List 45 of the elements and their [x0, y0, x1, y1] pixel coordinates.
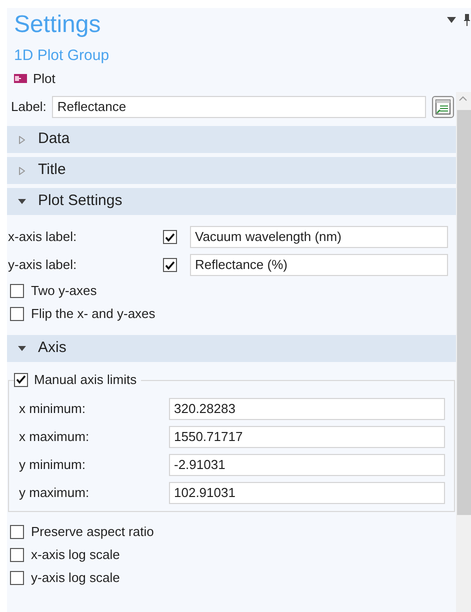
field-label: x-axis label: — [8, 228, 78, 246]
label-icon-button[interactable] — [432, 96, 454, 118]
section-header[interactable]: Plot Settings — [7, 188, 456, 215]
section-header[interactable]: Axis — [7, 335, 456, 362]
field-label: y-axis label: — [8, 256, 78, 274]
input-field[interactable]: Reflectance — [52, 96, 426, 118]
plot-node-label: Plot — [33, 70, 56, 88]
checkbox[interactable] — [10, 524, 24, 538]
scrollbar[interactable] — [456, 92, 471, 612]
checkbox[interactable] — [14, 372, 28, 387]
checkbox-label[interactable]: y-axis log scale — [31, 568, 120, 588]
group-label[interactable]: Manual axis limits — [34, 370, 137, 390]
plot-node-icon — [14, 74, 27, 84]
input-field[interactable]: 1550.71717 — [169, 426, 445, 448]
checkbox-label[interactable]: Preserve aspect ratio — [31, 522, 154, 542]
field-label: Label: — [11, 98, 46, 116]
checkbox[interactable] — [10, 306, 24, 320]
dropdown-icon[interactable] — [447, 17, 456, 23]
collapse-icon — [18, 198, 26, 204]
checkbox-label[interactable]: Flip the x- and y-axes — [31, 304, 156, 324]
panel-subtitle: 1D Plot Group — [14, 46, 110, 66]
input-field[interactable]: 320.28283 — [169, 398, 445, 420]
expand-icon — [18, 166, 26, 174]
field-label: y minimum: — [19, 456, 86, 474]
field-label: y maximum: — [19, 484, 90, 502]
checkbox-label[interactable]: Two y-axes — [31, 280, 97, 300]
field-label: x minimum: — [19, 400, 86, 418]
pin-icon[interactable] — [464, 14, 470, 26]
section-header[interactable]: Data — [7, 126, 456, 153]
input-field[interactable]: -2.91031 — [169, 454, 445, 476]
scrollbar-thumb[interactable] — [457, 110, 471, 515]
checkbox[interactable] — [163, 230, 177, 244]
checkbox[interactable] — [10, 284, 24, 298]
input-field[interactable]: 102.91031 — [169, 482, 445, 504]
expand-icon — [18, 136, 26, 144]
input-field[interactable]: Reflectance (%) — [190, 254, 448, 276]
checkbox[interactable] — [163, 258, 177, 272]
checkbox[interactable] — [10, 548, 24, 562]
panel-title: Settings — [14, 10, 101, 40]
checkbox-label[interactable]: x-axis log scale — [31, 544, 120, 564]
section-header[interactable]: Title — [7, 157, 456, 184]
checkbox[interactable] — [10, 570, 24, 584]
field-label: x maximum: — [19, 428, 90, 446]
collapse-icon — [18, 346, 26, 352]
input-field[interactable]: Vacuum wavelength (nm) — [190, 226, 448, 248]
